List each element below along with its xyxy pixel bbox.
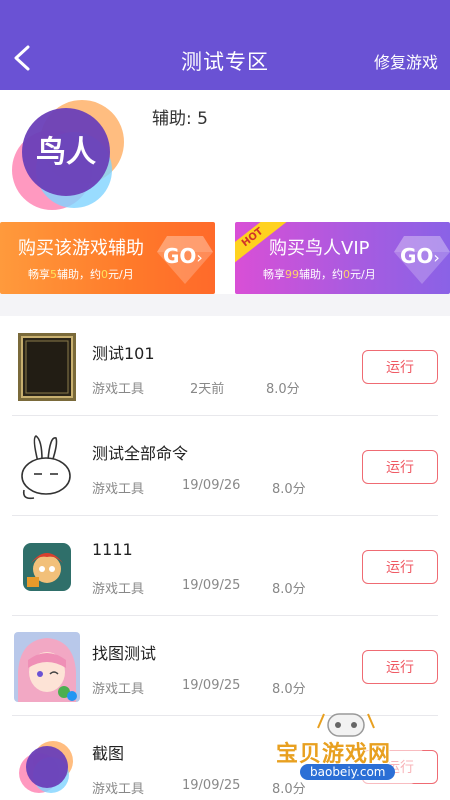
app-date: 2天前 — [190, 382, 225, 397]
banner-title: 购买鸟人VIP — [269, 238, 370, 259]
app-category: 游戏工具 — [92, 682, 145, 697]
app-score: 8.0分 — [272, 482, 306, 497]
list-item[interactable]: 1111 游戏工具 19/09/25 8.0分 运行 — [0, 516, 450, 616]
banner-title: 购买该游戏辅助 — [18, 238, 144, 259]
buy-game-helper-banner[interactable]: 购买该游戏辅助 畅享5辅助，约0元/月 GO› — [0, 222, 215, 294]
app-date: 19/09/26 — [182, 478, 241, 493]
frame-icon — [14, 332, 80, 402]
chevron-right-icon: › — [433, 248, 440, 267]
app-score: 8.0分 — [272, 682, 306, 697]
list-item[interactable]: 测试全部命令 游戏工具 19/09/26 8.0分 运行 — [0, 416, 450, 516]
app-category: 游戏工具 — [92, 782, 145, 797]
profile-section: 鸟人 辅助: 5 — [0, 90, 450, 222]
app-logo: 鸟人 — [10, 96, 128, 214]
go-button[interactable]: GO› — [163, 244, 203, 268]
app-date: 19/09/25 — [182, 678, 241, 693]
app-date: 19/09/25 — [182, 578, 241, 593]
top-bar: 测试专区 修复游戏 — [0, 0, 450, 90]
banner-subtitle: 畅享99辅助，约0元/月 — [263, 268, 376, 281]
app-name: 1111 — [92, 540, 133, 559]
app-name: 找图测试 — [92, 644, 157, 663]
app-name: 测试全部命令 — [92, 444, 189, 463]
run-button[interactable]: 运行 — [362, 450, 438, 484]
app-category: 游戏工具 — [92, 482, 145, 497]
svg-text:鸟人: 鸟人 — [36, 135, 96, 170]
app-score: 8.0分 — [272, 582, 306, 597]
repair-game-button[interactable]: 修复游戏 — [374, 49, 438, 73]
chevron-right-icon: › — [196, 248, 203, 267]
rabbit-icon — [14, 432, 80, 502]
app-name: 截图 — [92, 744, 125, 763]
list-item[interactable]: 测试101 游戏工具 2天前 8.0分 运行 — [0, 316, 450, 416]
app-category: 游戏工具 — [92, 382, 145, 397]
colorful-circles-icon — [14, 732, 80, 800]
watermark-url: baobeiy.com — [300, 764, 396, 780]
game-character-icon — [14, 532, 80, 602]
section-divider — [0, 294, 450, 316]
run-button[interactable]: 运行 — [362, 350, 438, 384]
app-name: 测试101 — [92, 344, 155, 363]
app-score: 8.0分 — [266, 382, 300, 397]
buy-vip-banner[interactable]: HOT 购买鸟人VIP 畅享99辅助，约0元/月 GO› — [235, 222, 450, 294]
list-item[interactable]: 找图测试 游戏工具 19/09/25 8.0分 运行 — [0, 616, 450, 716]
banner-subtitle: 畅享5辅助，约0元/月 — [28, 268, 134, 281]
run-button[interactable]: 运行 — [362, 550, 438, 584]
run-button[interactable]: 运行 — [362, 650, 438, 684]
app-date: 19/09/25 — [182, 778, 241, 793]
go-button[interactable]: GO› — [400, 244, 440, 268]
anime-girl-icon — [14, 632, 80, 702]
helper-count: 辅助: 5 — [152, 109, 208, 129]
app-category: 游戏工具 — [92, 582, 145, 597]
